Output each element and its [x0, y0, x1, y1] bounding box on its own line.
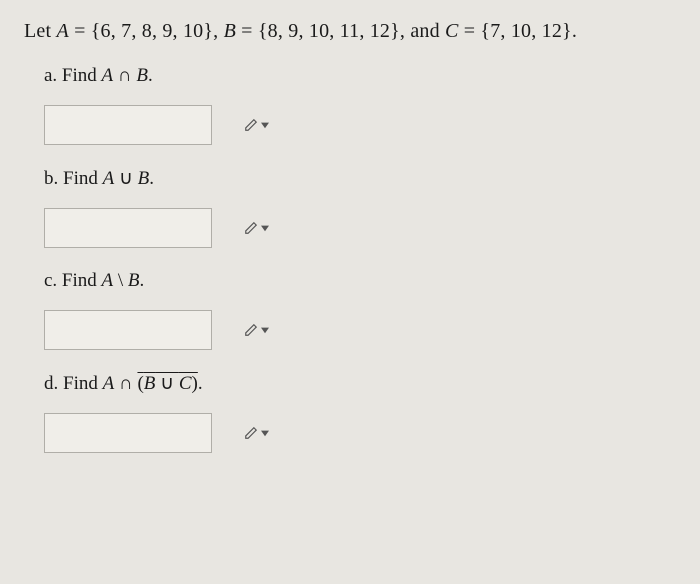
part-a-label: a. Find A ∩ B. [44, 65, 676, 87]
pencil-icon [244, 118, 258, 132]
part-a-input[interactable] [44, 105, 212, 145]
pencil-icon [244, 323, 258, 337]
dropdown-triangle-icon [261, 429, 269, 437]
part-b-B: B [138, 168, 150, 189]
set-A-label: A [56, 20, 68, 42]
part-d-answer-row [44, 413, 676, 453]
part-c-prefix: c. Find [44, 270, 102, 291]
set-B-def: = {8, 9, 10, 11, 12}, and [236, 20, 445, 42]
part-d: d. Find A ∩ (B ∪ C). [44, 372, 676, 453]
part-b-label: b. Find A ∪ B. [44, 167, 676, 190]
equation-editor-button[interactable] [240, 116, 273, 134]
part-a-prefix: a. Find [44, 65, 102, 86]
pencil-icon [244, 426, 258, 440]
part-d-union: ∪ [155, 373, 178, 394]
part-c-A: A [102, 270, 114, 291]
dropdown-triangle-icon [261, 326, 269, 334]
part-b: b. Find A ∪ B. [44, 167, 676, 248]
equation-editor-button[interactable] [240, 424, 273, 442]
part-c-op: \ [113, 270, 128, 291]
part-d-label: d. Find A ∩ (B ∪ C). [44, 372, 676, 395]
part-a-suffix: . [148, 65, 153, 86]
part-b-A: A [103, 168, 115, 189]
equation-editor-button[interactable] [240, 321, 273, 339]
part-c-input[interactable] [44, 310, 212, 350]
text-let: Let [24, 20, 56, 42]
part-b-input[interactable] [44, 208, 212, 248]
set-C-label: C [445, 20, 459, 42]
part-c-answer-row [44, 310, 676, 350]
dropdown-triangle-icon [261, 224, 269, 232]
part-d-C: C [179, 373, 192, 394]
part-a: a. Find A ∩ B. [44, 65, 676, 145]
part-c: c. Find A \ B. [44, 270, 676, 350]
part-c-B: B [128, 270, 140, 291]
part-a-op: ∩ [113, 65, 136, 86]
part-d-B: B [144, 373, 156, 394]
part-c-label: c. Find A \ B. [44, 270, 676, 292]
part-c-suffix: . [140, 270, 145, 291]
set-A-def: = {6, 7, 8, 9, 10}, [69, 20, 224, 42]
set-C-def: = {7, 10, 12}. [459, 20, 577, 42]
pencil-icon [244, 221, 258, 235]
part-b-prefix: b. Find [44, 168, 103, 189]
part-d-A: A [103, 373, 115, 394]
part-d-complement: (B ∪ C) [137, 373, 197, 394]
part-b-op: ∪ [114, 168, 137, 189]
part-d-suffix: . [198, 373, 203, 394]
dropdown-triangle-icon [261, 121, 269, 129]
part-d-input[interactable] [44, 413, 212, 453]
part-a-A: A [102, 65, 114, 86]
part-a-B: B [136, 65, 148, 86]
set-B-label: B [224, 20, 236, 42]
part-b-answer-row [44, 208, 676, 248]
problem-statement: Let A = {6, 7, 8, 9, 10}, B = {8, 9, 10,… [24, 20, 676, 43]
equation-editor-button[interactable] [240, 219, 273, 237]
part-d-prefix: d. Find [44, 373, 103, 394]
part-a-answer-row [44, 105, 676, 145]
part-d-op: ∩ [114, 373, 137, 394]
part-b-suffix: . [149, 168, 154, 189]
